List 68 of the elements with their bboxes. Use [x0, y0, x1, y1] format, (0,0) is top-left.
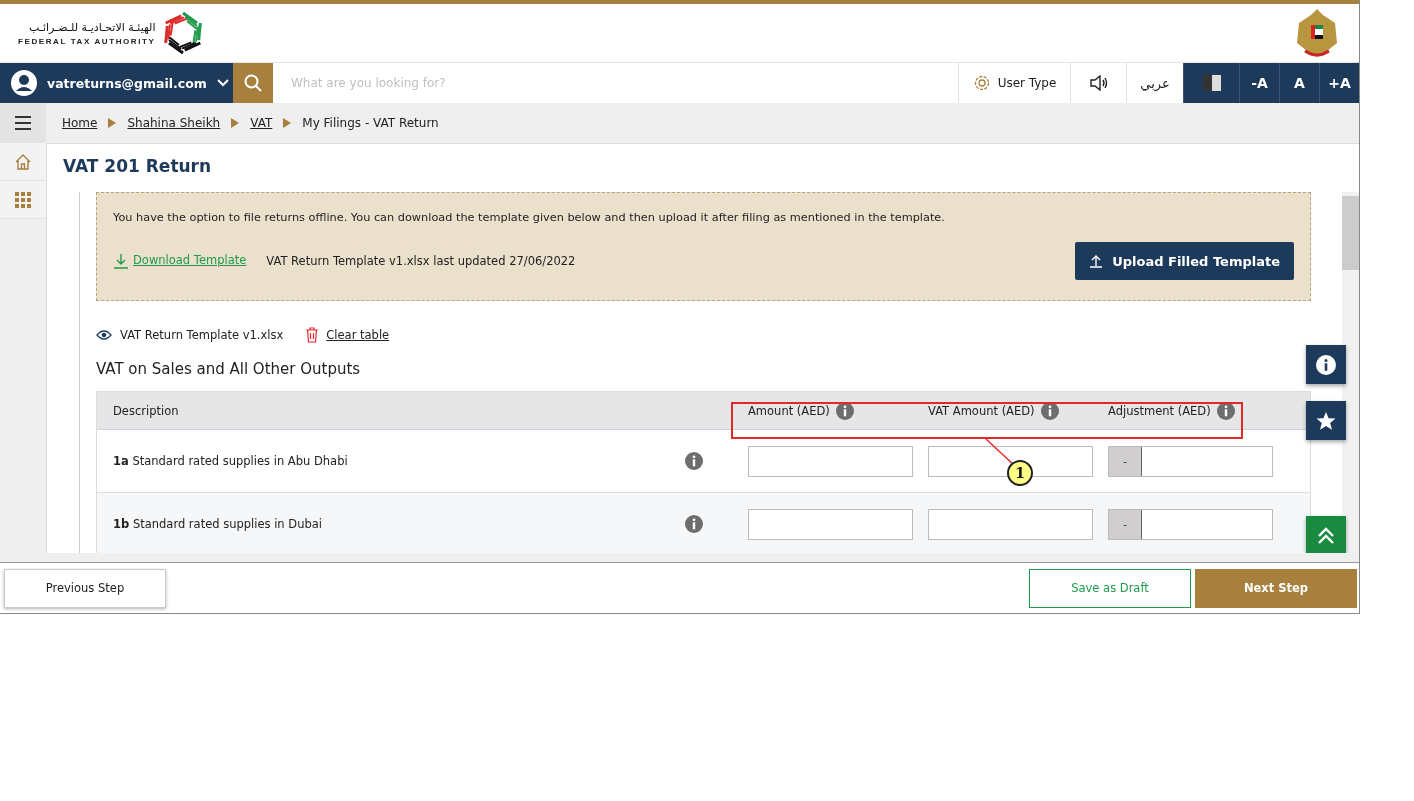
clear-table-link[interactable]: Clear table — [305, 327, 390, 343]
breadcrumb-link[interactable]: Shahina Sheikh — [127, 116, 221, 130]
callout-number: 1 — [1007, 460, 1033, 486]
breadcrumb-current: My Filings - VAT Return — [302, 116, 439, 130]
font-size-button[interactable]: +A — [1319, 63, 1359, 103]
font-size-button[interactable]: -A — [1239, 63, 1279, 103]
previous-step-button[interactable]: Previous Step — [4, 568, 166, 608]
speaker-icon — [1088, 75, 1109, 91]
eye-icon — [96, 330, 112, 340]
apps-grid-button[interactable] — [0, 181, 46, 219]
info-icon — [1316, 354, 1336, 375]
info-icon — [835, 401, 854, 420]
amount-input[interactable] — [748, 445, 913, 477]
font-size-button[interactable]: A — [1279, 63, 1319, 103]
vat-amount-input[interactable] — [928, 445, 1093, 477]
info-button[interactable] — [1306, 345, 1346, 384]
sign-toggle[interactable]: - — [1109, 446, 1142, 476]
column-header: VAT Amount (AED) — [928, 403, 1035, 418]
page-title: VAT 201 Return — [62, 155, 213, 178]
upload-button[interactable]: Upload Filled Template — [1075, 242, 1294, 280]
double-chevron-up-icon — [1317, 526, 1335, 545]
vat-amount-input[interactable] — [928, 508, 1093, 540]
info-icon — [685, 452, 703, 470]
column-header: Description — [113, 403, 179, 418]
chevron-down-icon — [216, 79, 229, 87]
favorite-button[interactable] — [1306, 401, 1346, 440]
sign-toggle[interactable]: - — [1109, 509, 1142, 539]
column-header: Adjustment (AED) — [1108, 403, 1211, 418]
logo-arabic-text: الهيئـة الاتحـاديـة للـضـرائـب — [28, 20, 156, 35]
home-icon — [15, 153, 31, 170]
adjustment-field[interactable]: - — [1108, 508, 1273, 540]
scrollbar-thumb[interactable] — [1342, 196, 1359, 270]
info-icon — [1040, 401, 1059, 420]
info-icon — [685, 515, 703, 533]
search-icon — [244, 74, 262, 92]
amount-input[interactable] — [748, 508, 913, 540]
column-header: Amount (AED) — [748, 403, 830, 418]
info-icon — [1216, 401, 1235, 420]
trash-icon — [305, 327, 320, 343]
user-avatar-icon — [11, 70, 37, 96]
grid-icon — [15, 191, 31, 208]
section-title: VAT on Sales and All Other Outputs — [96, 360, 362, 380]
notice-text: You have the option to file returns offline. You can download the template given below and then upload it after filing as mentioned in the template. — [113, 211, 946, 224]
upload-icon — [1089, 254, 1104, 268]
contrast-button[interactable] — [1183, 63, 1239, 103]
triangle-right-icon — [231, 118, 240, 128]
contrast-icon — [1201, 74, 1222, 92]
row-description: 1b Standard rated supplies in Dubai — [113, 517, 322, 531]
row-description: 1a Standard rated supplies in Abu Dhabi — [113, 454, 348, 468]
file-name: VAT Return Template v1.xlsx — [120, 328, 284, 342]
user-email: vatreturns@gmail.com — [47, 75, 207, 91]
menu-button[interactable] — [0, 103, 46, 143]
next-step-button[interactable]: Next Step — [1195, 568, 1357, 608]
breadcrumb-link[interactable]: VAT — [250, 116, 273, 130]
user-menu[interactable]: vatreturns@gmail.com — [0, 63, 233, 103]
gear-icon — [972, 74, 991, 92]
search-button[interactable] — [233, 63, 273, 103]
triangle-right-icon — [108, 118, 117, 128]
save-draft-button[interactable]: Save as Draft — [1029, 568, 1191, 608]
star-icon — [1316, 410, 1336, 431]
breadcrumb-link[interactable]: Home — [62, 116, 98, 130]
logo-text: FEDERAL TAX AUTHORITY — [18, 36, 156, 46]
adjustment-field[interactable]: - — [1108, 445, 1273, 477]
triangle-right-icon — [283, 118, 292, 128]
menu-icon — [15, 116, 31, 130]
download-icon — [113, 253, 129, 269]
scroll-to-top-button[interactable] — [1306, 516, 1346, 553]
template-info: VAT Return Template v1.xlsx last updated 27/06/2022 — [266, 254, 577, 268]
